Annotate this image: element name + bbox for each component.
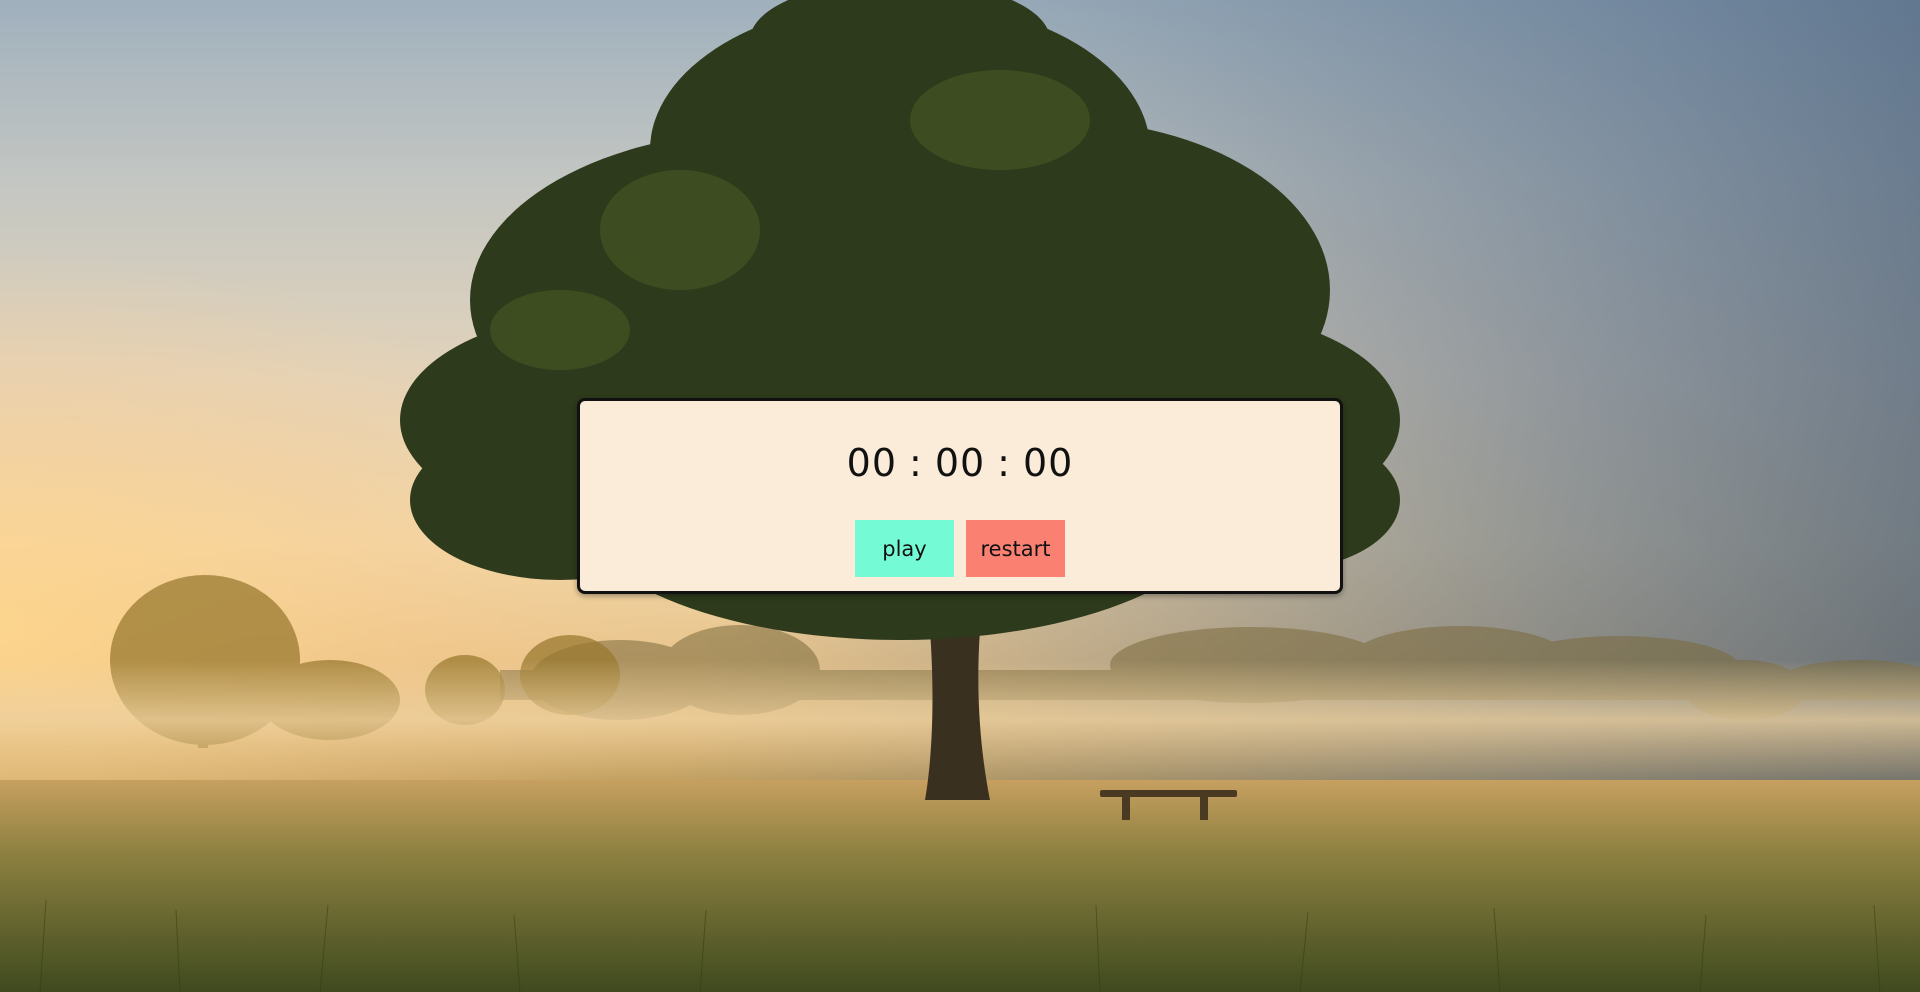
play-button[interactable]: play	[855, 520, 954, 577]
minutes-value: 00	[934, 441, 986, 485]
time-display: 00:00:00	[580, 441, 1340, 485]
time-separator: :	[909, 441, 923, 485]
seconds-value: 00	[1022, 441, 1074, 485]
hours-value: 00	[846, 441, 897, 485]
restart-button[interactable]: restart	[966, 520, 1065, 577]
grass-field	[0, 780, 1920, 992]
time-separator: :	[997, 441, 1011, 485]
timer-controls: play restart	[580, 520, 1340, 577]
timer-panel: 00:00:00 play restart	[577, 398, 1343, 594]
